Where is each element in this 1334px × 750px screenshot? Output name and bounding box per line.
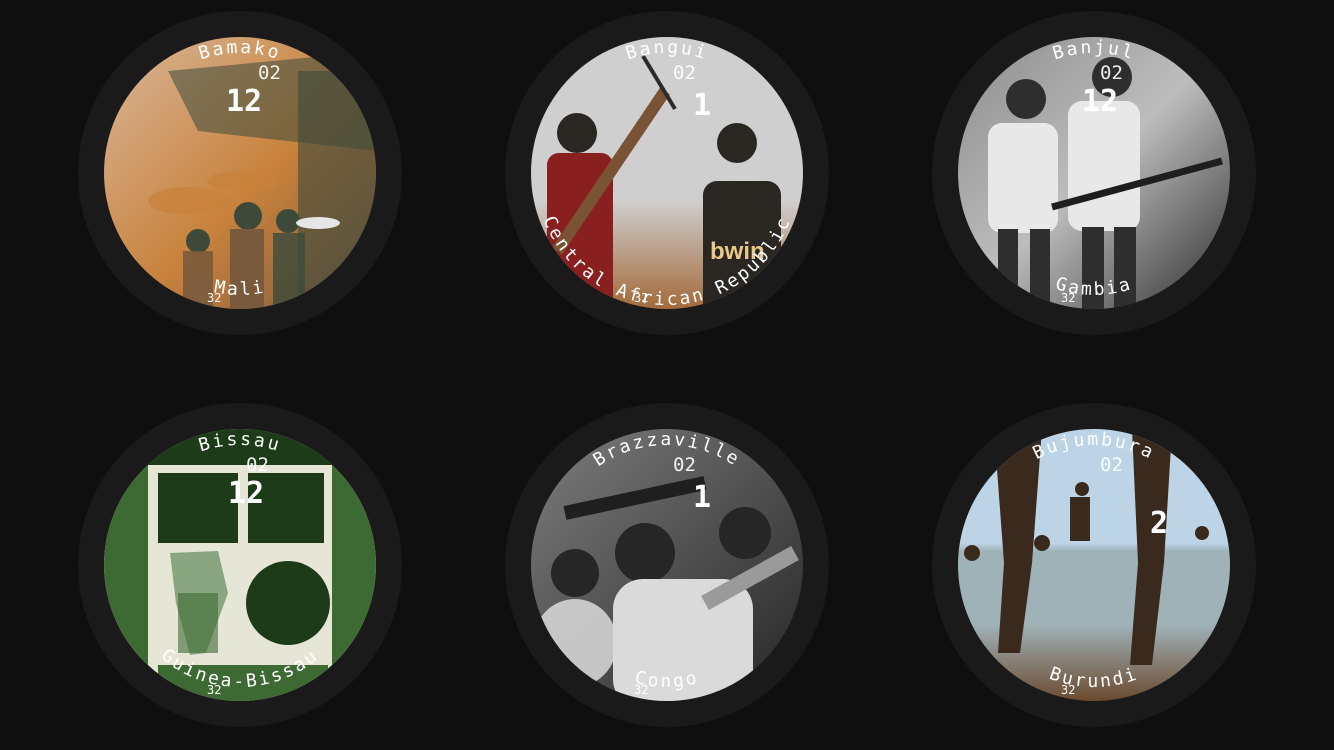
- minute-digits: 32: [1061, 683, 1075, 697]
- women-with-rifles-photo: [958, 37, 1230, 309]
- watch-face-bamako[interactable]: Bamako Mali 02 12 32: [78, 11, 402, 335]
- date-digits: 02: [1100, 454, 1123, 476]
- hour-digits: 2: [1150, 506, 1168, 541]
- hour-digits: 1: [693, 480, 711, 515]
- minute-digits: 32: [207, 291, 221, 305]
- watch-face-gallery: Bamako Mali 02 12 32 bwin Bangui Central…: [0, 0, 1334, 750]
- watch-face-brazzaville[interactable]: Brazzaville Congo 02 1 32: [505, 403, 829, 727]
- hour-digits: 12: [226, 84, 262, 119]
- hour-digits: 12: [1082, 84, 1118, 119]
- watch-face-svg: Bissau Guinea-Bissau 02 12 32: [78, 403, 402, 727]
- minute-digits: 32: [207, 683, 221, 697]
- watch-face-svg: Bujumbura Burundi 02 2 32: [932, 403, 1256, 727]
- watch-face-bangui[interactable]: bwin Bangui Central African Republic 02 …: [505, 11, 829, 335]
- date-digits: 02: [673, 454, 696, 476]
- date-digits: 02: [246, 454, 269, 476]
- watch-face-banjul[interactable]: Banjul Gambia 02 12 32: [932, 11, 1256, 335]
- watch-face-bujumbura[interactable]: Bujumbura Burundi 02 2 32: [932, 403, 1256, 727]
- watch-face-bissau[interactable]: Bissau Guinea-Bissau 02 12 32: [78, 403, 402, 727]
- lake-beach-photo: [958, 429, 1230, 701]
- minute-digits: 32: [1061, 291, 1075, 305]
- watch-face-svg: Banjul Gambia 02 12 32: [932, 11, 1256, 335]
- minute-digits: 32: [634, 683, 648, 697]
- date-digits: 02: [673, 62, 696, 84]
- date-digits: 02: [1100, 62, 1123, 84]
- date-digits: 02: [258, 62, 281, 84]
- hour-digits: 12: [228, 476, 264, 511]
- watch-face-svg: Bamako Mali 02 12 32: [78, 11, 402, 335]
- minute-digits: 32: [634, 291, 648, 305]
- hour-digits: 1: [693, 88, 711, 123]
- watch-face-svg: Brazzaville Congo 02 1 32: [505, 403, 829, 727]
- watch-face-svg: bwin Bangui Central African Republic 02 …: [505, 11, 829, 335]
